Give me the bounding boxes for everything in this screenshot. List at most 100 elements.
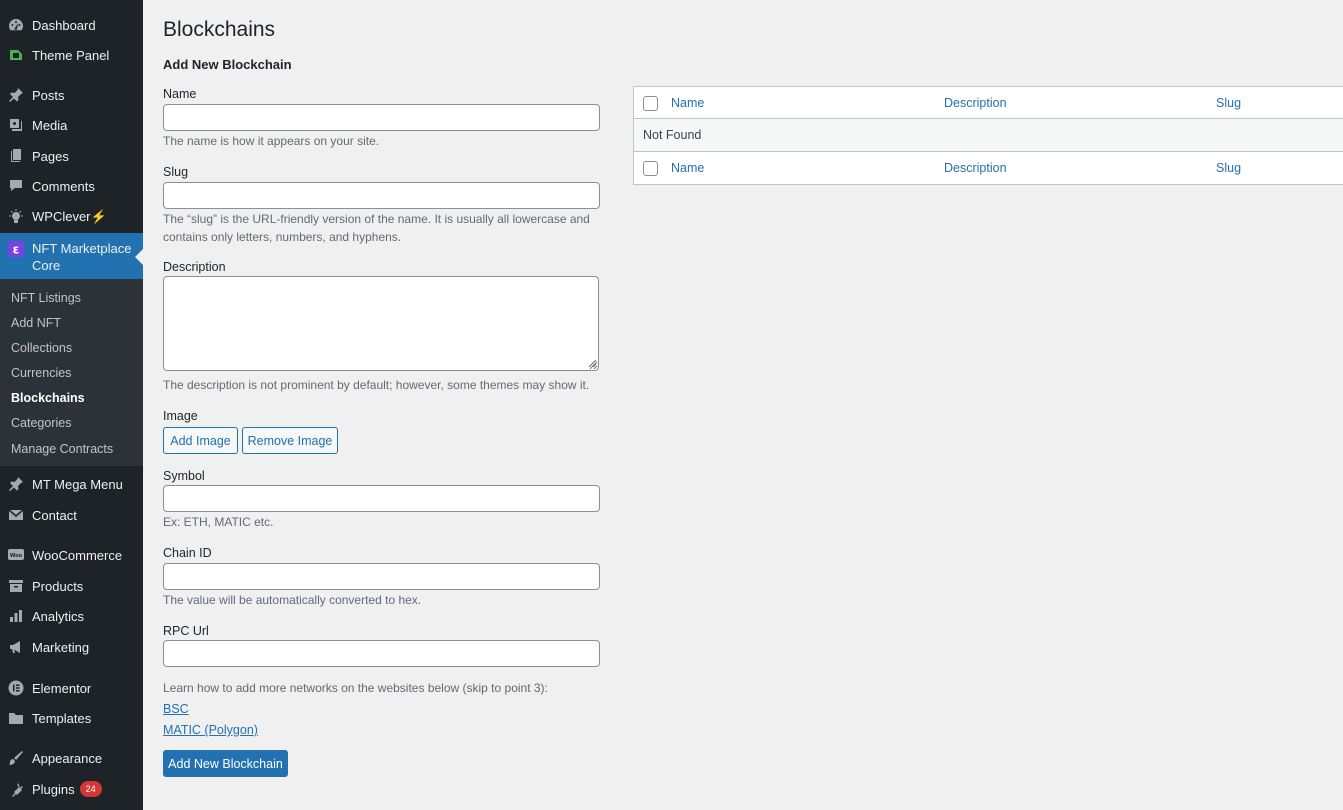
menu-item-marketing[interactable]: Marketing xyxy=(0,632,143,662)
blockchains-table: Name Description Slug Not Found Name Des… xyxy=(633,86,1343,185)
brush-icon xyxy=(8,750,24,766)
menu-item-plugins[interactable]: Plugins 24 xyxy=(0,774,143,804)
menu-item-media[interactable]: Media xyxy=(0,110,143,140)
menu-label: Comments xyxy=(32,178,95,194)
submenu-item-manage-contracts[interactable]: Manage Contracts xyxy=(11,442,113,456)
symbol-label: Symbol xyxy=(163,469,205,483)
submenu: NFT Listings Add NFT Collections Currenc… xyxy=(0,279,143,466)
menu-label: Products xyxy=(32,578,84,594)
description-help: The description is not prominent by defa… xyxy=(163,378,590,392)
add-image-button[interactable]: Add Image xyxy=(163,427,238,454)
comment-icon xyxy=(8,178,24,194)
menu-item-theme-panel[interactable]: Theme Panel xyxy=(0,40,143,70)
slug-input[interactable] xyxy=(163,182,600,209)
symbol-help: Ex: ETH, MATIC etc. xyxy=(163,515,274,529)
mail-icon xyxy=(8,507,24,523)
column-header-description[interactable]: Description xyxy=(944,96,1007,110)
menu-item-appearance[interactable]: Appearance xyxy=(0,743,143,773)
resize-grip-icon[interactable] xyxy=(588,359,597,368)
submenu-item-currencies[interactable]: Currencies xyxy=(11,366,71,380)
dashboard-icon xyxy=(8,17,24,33)
menu-label: Posts xyxy=(32,87,65,103)
rpc-url-label: RPC Url xyxy=(163,624,209,638)
networks-note: Learn how to add more networks on the we… xyxy=(163,681,548,695)
submenu-item-collections[interactable]: Collections xyxy=(11,341,72,355)
select-all-checkbox-footer[interactable] xyxy=(643,161,658,176)
megaphone-icon xyxy=(8,639,24,655)
name-input[interactable] xyxy=(163,104,600,131)
image-label: Image xyxy=(163,409,198,423)
column-header-name[interactable]: Name xyxy=(671,96,704,110)
lightbulb-icon xyxy=(8,209,24,225)
menu-label: Marketing xyxy=(32,639,90,655)
pin-icon xyxy=(8,476,24,492)
current-menu-arrow xyxy=(135,249,143,265)
column-footer-description[interactable]: Description xyxy=(944,161,1007,175)
table-header-row: Name Description Slug xyxy=(634,87,1343,119)
table-row: Not Found xyxy=(634,119,1343,152)
menu-item-posts[interactable]: Posts xyxy=(0,80,143,110)
menu-label: Pages xyxy=(32,148,69,164)
menu-label: Appearance xyxy=(32,750,103,766)
menu-item-pages[interactable]: Pages xyxy=(0,141,143,171)
table-footer-row: Name Description Slug xyxy=(634,152,1343,184)
name-label: Name xyxy=(163,87,197,101)
chain-id-help: The value will be automatically converte… xyxy=(163,593,422,607)
submenu-item-blockchains[interactable]: Blockchains xyxy=(11,391,85,405)
menu-label: Media xyxy=(32,117,68,133)
admin-sidebar: Dashboard Theme Panel Posts Media Pages … xyxy=(0,0,143,810)
menu-label: NFT Marketplace Core xyxy=(32,241,132,273)
column-header-slug[interactable]: Slug xyxy=(1216,96,1241,110)
matic-polygon-link[interactable]: MATIC (Polygon) xyxy=(163,723,258,737)
archive-icon xyxy=(8,578,24,594)
chain-id-label: Chain ID xyxy=(163,546,212,560)
media-icon xyxy=(8,117,24,133)
wpclever-text: WPClever xyxy=(32,209,91,224)
menu-label: WPClever⚡ xyxy=(32,209,107,225)
menu-label: Plugins xyxy=(32,781,75,797)
menu-item-analytics[interactable]: Analytics xyxy=(0,601,143,631)
folder-icon xyxy=(8,710,24,726)
select-all-checkbox[interactable] xyxy=(643,96,658,111)
slug-help: The “slug” is the URL-friendly version o… xyxy=(163,212,590,244)
menu-item-nft-marketplace-core[interactable]: ε NFT Marketplace Core xyxy=(0,233,143,279)
menu-label: Contact xyxy=(32,507,77,523)
menu-label: Theme Panel xyxy=(32,47,110,63)
name-help: The name is how it appears on your site. xyxy=(163,134,380,148)
menu-label: MT Mega Menu xyxy=(32,476,123,492)
menu-item-templates[interactable]: Templates xyxy=(0,703,143,733)
menu-item-wpclever[interactable]: WPClever⚡ xyxy=(0,202,143,232)
menu-item-comments[interactable]: Comments xyxy=(0,171,143,201)
rpc-url-input[interactable] xyxy=(163,640,600,667)
menu-item-woocommerce[interactable]: Woo WooCommerce xyxy=(0,540,143,570)
remove-image-button[interactable]: Remove Image xyxy=(242,427,338,454)
menu-label: Elementor xyxy=(32,680,92,696)
symbol-input[interactable] xyxy=(163,485,600,512)
submenu-item-categories[interactable]: Categories xyxy=(11,416,71,430)
chain-id-input[interactable] xyxy=(163,563,600,590)
menu-item-mt-mega-menu[interactable]: MT Mega Menu xyxy=(0,469,143,499)
empty-message: Not Found xyxy=(643,128,702,142)
add-new-blockchain-button[interactable]: Add New Blockchain xyxy=(163,750,288,777)
submenu-item-nft-listings[interactable]: NFT Listings xyxy=(11,291,81,305)
description-textarea[interactable] xyxy=(163,276,599,371)
pin-icon xyxy=(8,87,24,103)
form-title: Add New Blockchain xyxy=(163,57,292,72)
menu-item-elementor[interactable]: Elementor xyxy=(0,673,143,703)
elementor-icon xyxy=(8,680,24,696)
menu-item-products[interactable]: Products xyxy=(0,571,143,601)
column-footer-slug[interactable]: Slug xyxy=(1216,161,1241,175)
bsc-link[interactable]: BSC xyxy=(163,702,189,716)
menu-item-dashboard[interactable]: Dashboard xyxy=(0,10,143,40)
page-title: Blockchains xyxy=(163,18,276,41)
submenu-item-add-nft[interactable]: Add NFT xyxy=(11,316,61,330)
theme-panel-icon xyxy=(8,47,24,63)
description-label: Description xyxy=(163,260,226,274)
plugins-update-badge: 24 xyxy=(79,781,102,797)
column-footer-name[interactable]: Name xyxy=(671,161,704,175)
menu-item-contact[interactable]: Contact xyxy=(0,500,143,530)
bolt-icon: ⚡ xyxy=(90,209,107,224)
pages-icon xyxy=(8,148,24,164)
woocommerce-icon: Woo xyxy=(8,547,24,563)
menu-label: Templates xyxy=(32,710,92,726)
